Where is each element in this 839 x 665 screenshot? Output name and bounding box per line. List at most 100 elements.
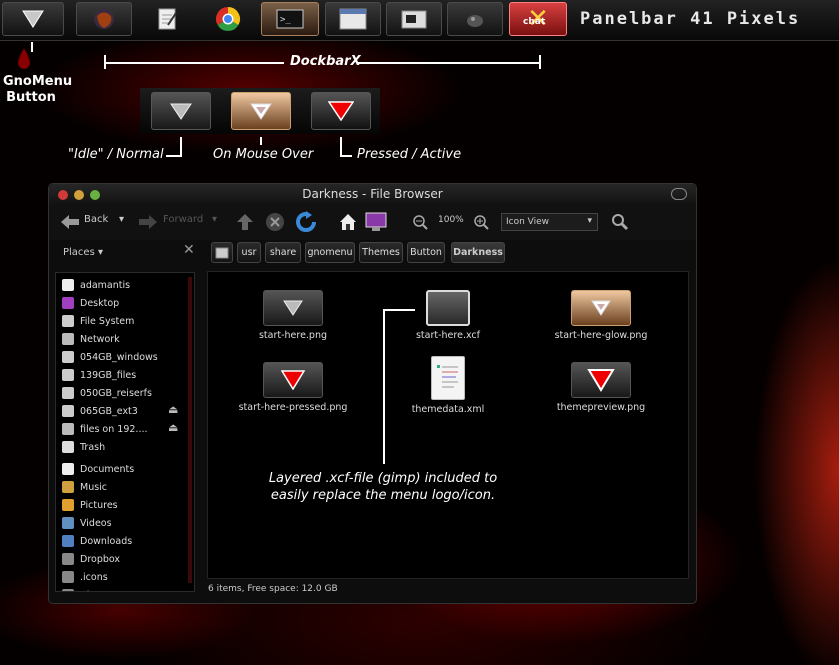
view-mode-select[interactable]: Icon View ▾ [501, 213, 598, 231]
home-icon[interactable] [337, 211, 359, 233]
top-panel: >_ ✕ chat Panelbar 41 Pixels [0, 0, 839, 41]
crumb-themes[interactable]: Themes [359, 242, 403, 263]
sidebar-item[interactable]: Dropbox [62, 552, 120, 566]
zoom-in-icon[interactable] [470, 211, 492, 233]
sidebar-scrollbar[interactable] [188, 277, 192, 583]
sidebar-item[interactable]: Desktop [62, 296, 119, 310]
back-history-chevron-icon[interactable]: ▾ [119, 214, 124, 225]
reload-icon[interactable] [295, 211, 317, 233]
xcf-note-line2: easily replace the menu logo/icon. [270, 488, 496, 503]
sidebar-item[interactable]: .icons [62, 570, 108, 584]
gnomenu-label-line1: GnoMenu [3, 74, 73, 89]
mouse-over-pointer [260, 137, 262, 145]
folder-icon [62, 571, 74, 583]
zoom-out-icon[interactable] [409, 211, 431, 233]
window-titlebar[interactable]: Darkness - File Browser [49, 184, 696, 206]
file-item[interactable]: start-here.xcf [363, 290, 533, 341]
crumb-usr[interactable]: usr [237, 242, 261, 263]
sidebar-item-label: adamantis [80, 279, 131, 291]
sidebar-item[interactable]: files on 192.... [62, 422, 148, 436]
folder-icon [401, 10, 427, 29]
toolbar-toggle-button[interactable] [671, 188, 687, 200]
up-arrow-icon[interactable] [234, 211, 256, 233]
stop-icon[interactable] [264, 211, 286, 233]
places-header-label: Places [63, 247, 95, 258]
folder-icon [62, 589, 74, 591]
forward-button[interactable]: Forward [163, 214, 203, 225]
sidebar-item-label: 054GB_windows [80, 351, 158, 363]
forward-history-chevron-icon[interactable]: ▾ [212, 214, 217, 225]
pressed-pointer [340, 137, 342, 157]
crumb-button[interactable]: Button [407, 242, 445, 263]
sidebar-item[interactable]: 139GB_files [62, 368, 136, 382]
crumb-gnomenu[interactable]: gnomenu [305, 242, 355, 263]
text-editor-launcher[interactable] [140, 2, 194, 36]
network-icon [62, 333, 74, 345]
sidebar-item[interactable]: Music [62, 480, 107, 494]
window-launcher[interactable] [325, 2, 381, 36]
sidebar-item[interactable]: Downloads [62, 534, 132, 548]
back-arrow-icon[interactable] [59, 211, 81, 233]
firefox-icon [94, 9, 114, 29]
triangle-glow-icon [571, 290, 631, 326]
firefox-launcher[interactable] [76, 2, 132, 36]
sidebar-item-label: Documents [80, 463, 135, 475]
sidebar-item-label: 050GB_reiserfs [80, 387, 152, 399]
file-item[interactable]: start-here-glow.png [516, 290, 686, 341]
forward-arrow-icon[interactable] [137, 211, 159, 233]
sidebar-item-label: 139GB_files [80, 369, 137, 381]
gnomenu-button[interactable] [2, 2, 64, 36]
sidebar-item-label: Network [80, 333, 120, 345]
idle-pointer-foot [166, 155, 182, 157]
window-title: Darkness - File Browser [302, 187, 443, 201]
sidebar-item[interactable]: Videos [62, 516, 112, 530]
chrome-launcher[interactable] [202, 2, 254, 36]
gnomenu-label-line2: Button [6, 90, 56, 105]
sidebar-item[interactable]: Network [62, 332, 120, 346]
file-item[interactable]: themedata.xml [363, 356, 533, 415]
file-name: themedata.xml [411, 404, 485, 415]
sidebar-item[interactable]: Trash [62, 440, 105, 454]
root-drive-crumb[interactable] [211, 242, 233, 263]
file-item[interactable]: start-here-pressed.png [208, 362, 378, 413]
file-name: start-here.xcf [415, 330, 480, 341]
file-item[interactable]: start-here.png [208, 290, 378, 341]
documents-icon [62, 463, 74, 475]
file-item[interactable]: themepreview.png [516, 362, 686, 413]
drive-icon [62, 405, 74, 417]
file-manager-launcher[interactable] [386, 2, 442, 36]
gimp-launcher[interactable] [447, 2, 503, 36]
notepad-icon [158, 8, 177, 30]
sidebar-item-label: Pictures [80, 499, 118, 511]
chat-launcher[interactable]: ✕ chat [509, 2, 567, 36]
close-sidebar-icon[interactable]: ✕ [183, 242, 195, 258]
sidebar-item[interactable]: 065GB_ext3 [62, 404, 138, 418]
sidebar-item[interactable]: adamantis [62, 278, 130, 292]
search-icon[interactable] [609, 211, 631, 233]
back-button[interactable]: Back [84, 214, 108, 225]
chrome-icon [215, 6, 241, 32]
computer-icon[interactable] [365, 211, 387, 233]
sidebar-item[interactable]: File System [62, 314, 134, 328]
sidebar-item[interactable]: 050GB_reiserfs [62, 386, 152, 400]
xcf-note-line1: Layered .xcf-file (gimp) included to [268, 471, 498, 486]
music-icon [62, 481, 74, 493]
sidebar-item-label: Trash [80, 441, 106, 453]
places-sidebar: Places ▾ ✕ adamantis Desktop File System Ne… [55, 242, 199, 596]
sidebar-item[interactable]: Pictures [62, 498, 118, 512]
sidebar-item-label: .icons [80, 571, 108, 583]
eject-icon[interactable]: ⏏ [168, 403, 178, 416]
sidebar-item[interactable]: Documents [62, 462, 134, 476]
crumb-share[interactable]: share [265, 242, 301, 263]
xcf-note: Layered .xcf-file (gimp) included to eas… [258, 470, 508, 504]
places-header[interactable]: Places ▾ [63, 247, 103, 258]
sidebar-item[interactable]: 054GB_windows [62, 350, 158, 364]
sidebar-item[interactable]: .themes [62, 588, 119, 592]
sidebar-item-label: files on 192.... [80, 423, 148, 435]
sidebar-item-label: Music [80, 481, 108, 493]
crumb-darkness[interactable]: Darkness [451, 242, 505, 263]
terminal-launcher[interactable]: >_ [261, 2, 319, 36]
sidebar-item-label: .themes [80, 590, 119, 592]
eject-icon[interactable]: ⏏ [168, 421, 178, 434]
pressed-pointer-foot [340, 155, 352, 157]
